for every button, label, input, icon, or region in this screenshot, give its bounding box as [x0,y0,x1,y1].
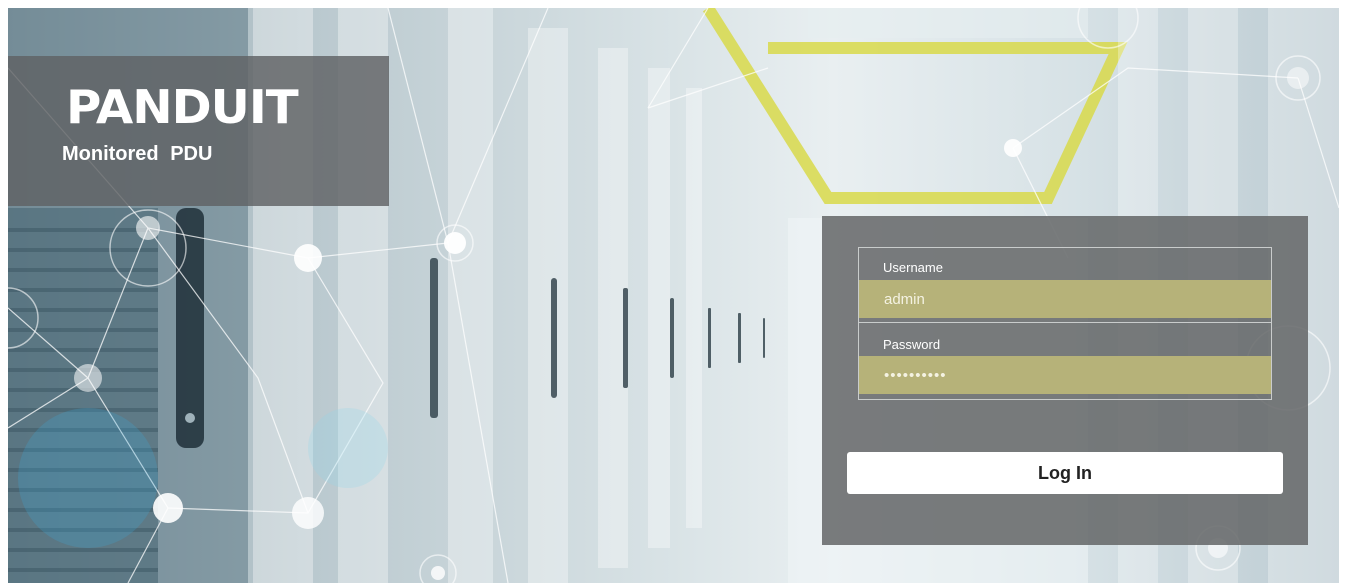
password-label: Password [883,337,941,352]
username-input[interactable] [859,280,1271,318]
field-divider [858,322,1272,323]
login-button[interactable]: Log In [847,452,1283,494]
username-label: Username [883,260,943,275]
panduit-logo: PANDUIT [66,80,299,134]
product-name: Monitored PDU [62,143,213,165]
password-input[interactable] [859,356,1271,394]
